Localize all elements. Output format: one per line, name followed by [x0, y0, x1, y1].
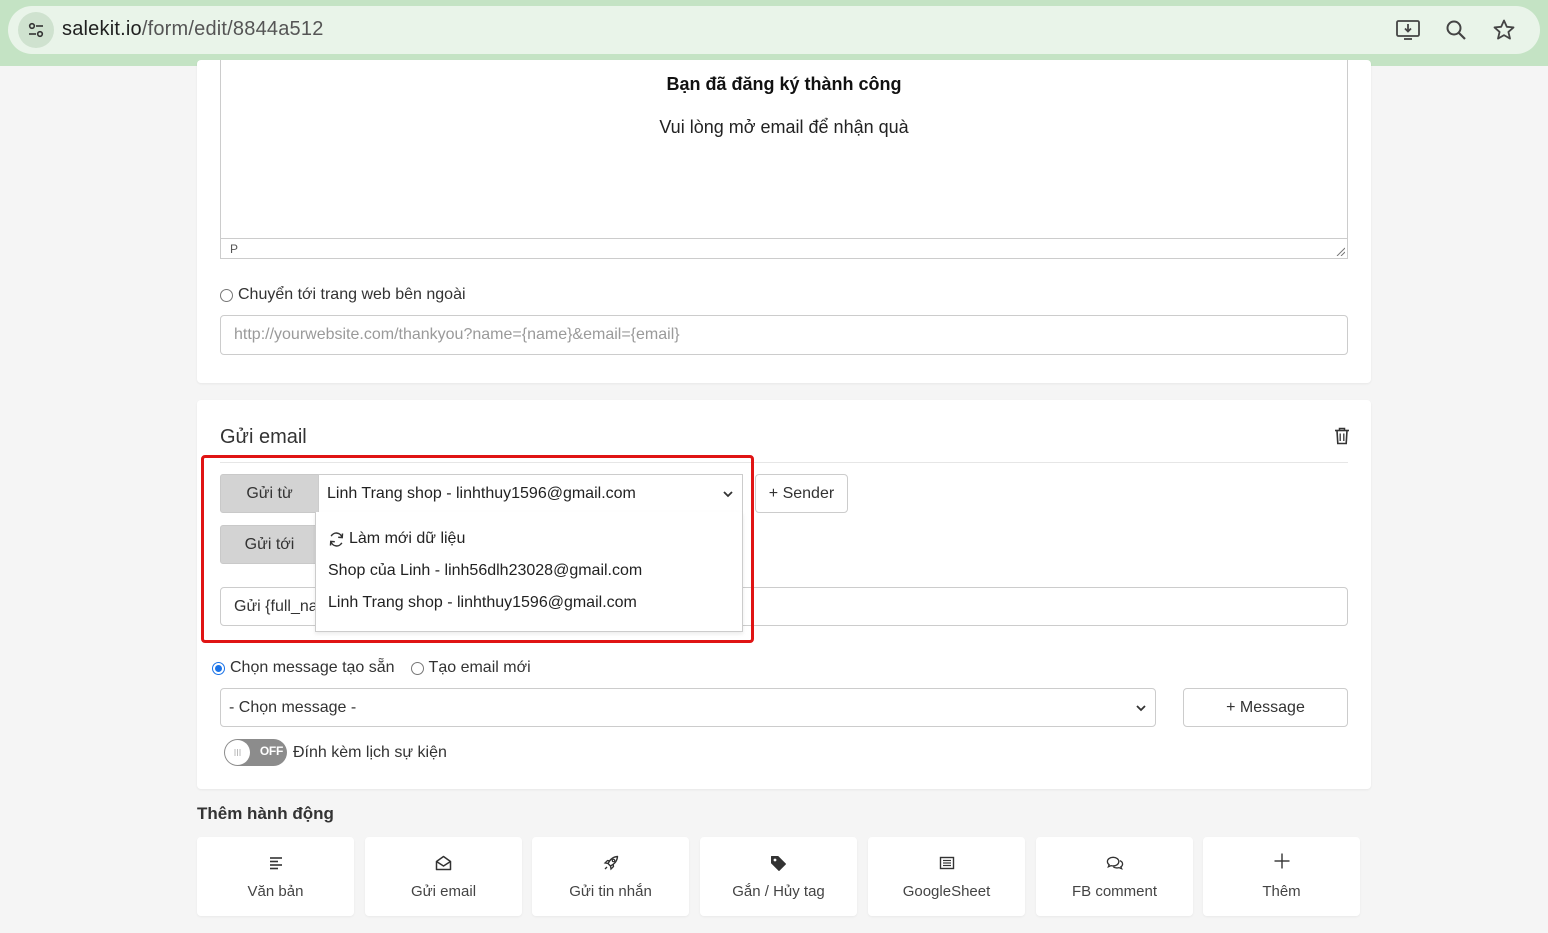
- install-app-icon[interactable]: [1394, 16, 1422, 44]
- sheet-icon: [938, 854, 956, 872]
- action-label: Văn bản: [247, 883, 304, 900]
- action-more[interactable]: Thêm: [1203, 837, 1360, 916]
- subject-value: Gửi {full_na: [234, 598, 318, 615]
- toggle-state: OFF: [259, 744, 283, 758]
- tag-icon: [770, 854, 788, 872]
- editor-status-path: P: [221, 238, 1347, 258]
- action-text[interactable]: Văn bản: [197, 837, 354, 916]
- attach-calendar-toggle[interactable]: OFF: [224, 739, 287, 766]
- thankyou-card: Bạn đã đăng ký thành công Vui lòng mở em…: [197, 60, 1371, 383]
- editor-paragraph: Vui lòng mở email để nhận quà: [659, 117, 909, 137]
- from-label: Gửi từ: [220, 474, 319, 513]
- from-select[interactable]: Linh Trang shop - linhthuy1596@gmail.com: [318, 474, 743, 513]
- action-googlesheet[interactable]: GoogleSheet: [868, 837, 1025, 916]
- refresh-label: Làm mới dữ liệu: [349, 530, 466, 547]
- url-host: salekit.io: [62, 18, 142, 40]
- dropdown-refresh-item[interactable]: Làm mới dữ liệu: [328, 530, 465, 548]
- trash-icon[interactable]: [1334, 427, 1350, 445]
- rocket-icon: [602, 854, 620, 872]
- message-mode-group: Chọn message tạo sẵn Tạo email mới: [212, 659, 547, 677]
- send-email-card: Gửi email Gửi từ Linh Trang shop - linht…: [197, 400, 1371, 789]
- resize-handle-icon[interactable]: [1335, 246, 1345, 256]
- redirect-label: Chuyển tới trang web bên ngoài: [238, 286, 466, 303]
- url-text[interactable]: salekit.io/form/edit/8844a512: [62, 18, 324, 41]
- redirect-url-input[interactable]: [220, 315, 1348, 355]
- envelope-open-icon: [435, 854, 453, 872]
- dropdown-option[interactable]: Shop của Linh - linh56dlh23028@gmail.com: [328, 562, 642, 580]
- plus-icon: [1273, 852, 1291, 870]
- action-label: Thêm: [1262, 883, 1301, 900]
- add-sender-button[interactable]: + Sender: [755, 474, 848, 513]
- to-label: Gửi tới: [220, 525, 319, 564]
- action-fb-comment[interactable]: FB comment: [1036, 837, 1193, 916]
- from-dropdown-menu: Làm mới dữ liệu Shop của Linh - linh56dl…: [315, 512, 743, 632]
- new-email-label: Tạo email mới: [428, 659, 531, 676]
- redirect-option[interactable]: Chuyển tới trang web bên ngoài: [220, 286, 466, 304]
- add-message-button[interactable]: + Message: [1183, 688, 1348, 727]
- refresh-icon: [329, 531, 344, 547]
- card-divider: [220, 462, 1348, 463]
- send-email-title: Gửi email: [220, 426, 307, 448]
- comments-icon: [1106, 854, 1124, 872]
- preset-message-label: Chọn message tạo sẵn: [230, 659, 395, 676]
- editor-content[interactable]: Bạn đã đăng ký thành công Vui lòng mở em…: [221, 60, 1347, 238]
- preset-message-option[interactable]: Chọn message tạo sẵn: [212, 659, 395, 677]
- action-label: FB comment: [1071, 883, 1158, 900]
- from-select-value: Linh Trang shop - linhthuy1596@gmail.com: [327, 485, 636, 502]
- site-info-icon[interactable]: [18, 12, 54, 48]
- editor-heading: Bạn đã đăng ký thành công: [666, 74, 902, 94]
- preset-message-radio[interactable]: [212, 661, 225, 675]
- address-bar[interactable]: salekit.io/form/edit/8844a512: [8, 6, 1540, 54]
- action-label: Gắn / Hủy tag: [732, 883, 825, 900]
- action-label: GoogleSheet: [902, 883, 991, 900]
- action-send-message[interactable]: Gửi tin nhắn: [532, 837, 689, 916]
- redirect-radio[interactable]: [220, 288, 233, 302]
- url-path: /form/edit/8844a512: [141, 18, 324, 40]
- new-email-option[interactable]: Tạo email mới: [410, 659, 531, 677]
- action-tag[interactable]: Gắn / Hủy tag: [700, 837, 857, 916]
- bookmark-star-icon[interactable]: [1490, 16, 1518, 44]
- chevron-down-icon: [723, 491, 733, 498]
- zoom-icon[interactable]: [1442, 16, 1470, 44]
- action-label: Gửi tin nhắn: [569, 883, 652, 900]
- dropdown-option[interactable]: Linh Trang shop - linhthuy1596@gmail.com: [328, 594, 637, 612]
- toggle-knob: [225, 740, 250, 765]
- new-email-radio[interactable]: [410, 661, 424, 675]
- action-send-email[interactable]: Gửi email: [365, 837, 522, 916]
- rich-text-editor[interactable]: Bạn đã đăng ký thành công Vui lòng mở em…: [220, 60, 1348, 259]
- action-label: Gửi email: [410, 883, 477, 900]
- add-action-title: Thêm hành động: [197, 804, 334, 823]
- chevron-down-icon: [1136, 705, 1146, 712]
- text-lines-icon: [267, 854, 285, 872]
- message-select-value: - Chọn message -: [229, 699, 357, 716]
- attach-calendar-row: OFF Đính kèm lịch sự kiện: [224, 739, 447, 766]
- browser-toolbar: salekit.io/form/edit/8844a512: [0, 0, 1548, 66]
- message-select[interactable]: - Chọn message -: [220, 688, 1156, 727]
- attach-calendar-label: Đính kèm lịch sự kiện: [293, 743, 447, 761]
